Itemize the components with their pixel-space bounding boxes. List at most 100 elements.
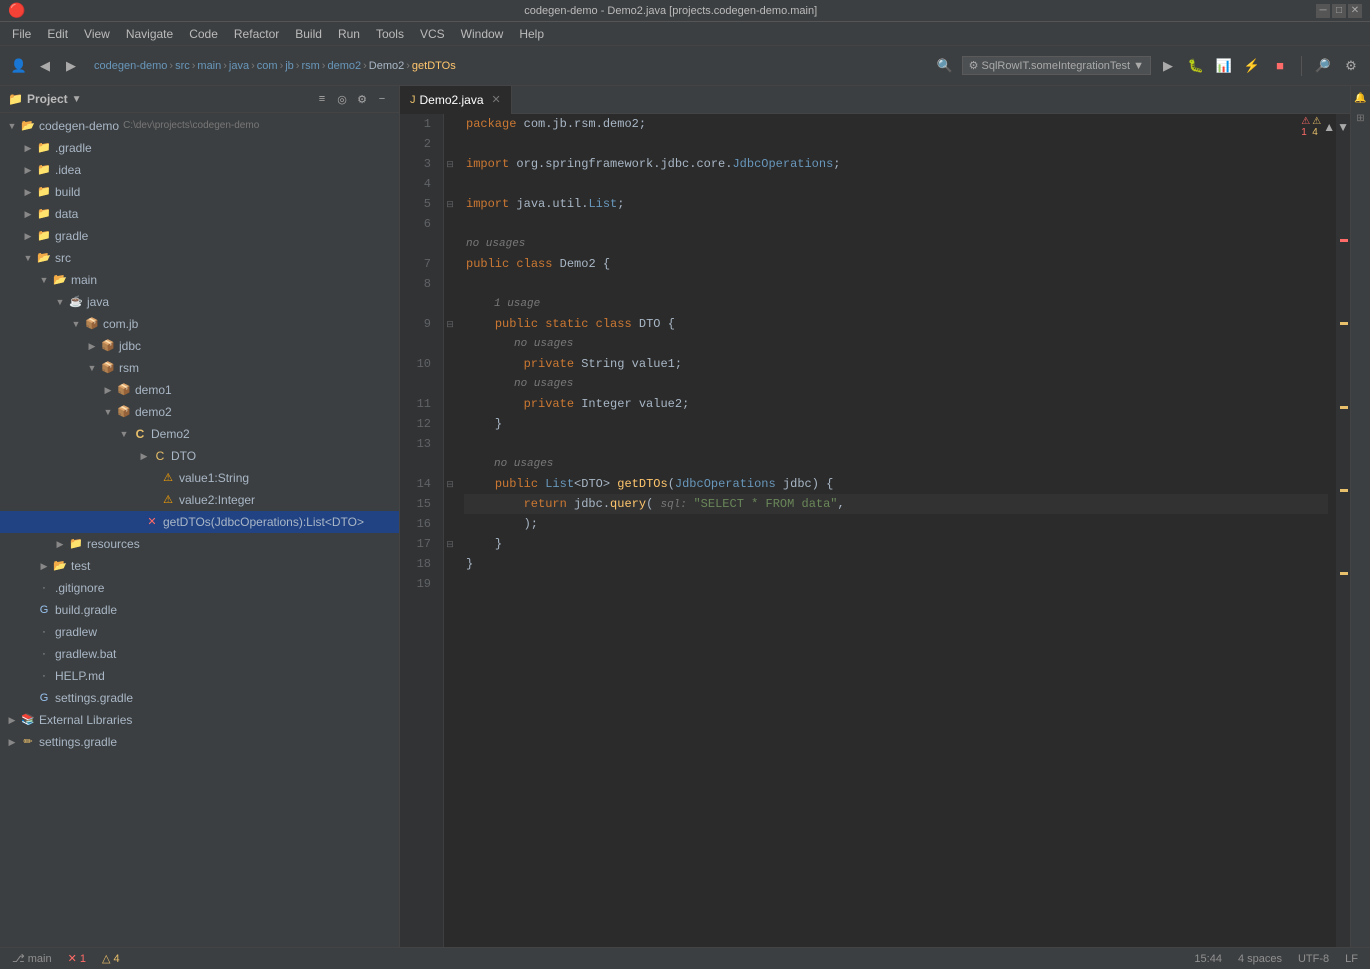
collapse-all-button[interactable]: ≡ [313,90,331,108]
search-everywhere-button[interactable]: 🔍 [934,55,956,77]
sidebar-dropdown-arrow[interactable]: ▼ [72,94,82,105]
tree-item-value2[interactable]: ⚠ value2:Integer [0,489,399,511]
fold-17[interactable]: ⊟ [444,534,456,554]
menu-run[interactable]: Run [330,25,368,43]
menu-help[interactable]: Help [511,25,552,43]
git-branch-status[interactable]: ⎇ main [8,952,56,965]
breadcrumb-rsm[interactable]: rsm [301,60,319,72]
run-button[interactable]: ▶ [1157,55,1179,77]
tree-item-scratches[interactable]: ▶ ✏ settings.gradle [0,731,399,753]
nav-down-icon[interactable]: ▼ [1337,120,1349,134]
tree-item-test[interactable]: ▶ 📂 test [0,555,399,577]
line-sep-status[interactable]: LF [1341,953,1362,965]
package-demo2-icon: 📦 [116,404,132,420]
tree-item-value1[interactable]: ⚠ value1:String [0,467,399,489]
indent-status[interactable]: 4 spaces [1234,953,1286,965]
profile-button[interactable]: ⚡ [1241,55,1263,77]
breadcrumb-src[interactable]: src [175,60,190,72]
breadcrumb-Demo2[interactable]: Demo2 [369,60,404,72]
tree-item-jdbc[interactable]: ▶ 📦 jdbc [0,335,399,357]
code-editor[interactable]: package com.jb.rsm.demo2; import org.spr… [456,114,1336,947]
tree-item-gradle2[interactable]: ▶ 📁 gradle [0,225,399,247]
breadcrumb-jb[interactable]: jb [285,60,294,72]
coverage-button[interactable]: 📊 [1213,55,1235,77]
sidebar-settings-button[interactable]: ⚙ [353,90,371,108]
tree-item-gradle[interactable]: ▶ 📁 .gradle [0,137,399,159]
tab-close-button[interactable]: ✕ [492,93,501,106]
tree-item-getDTOs[interactable]: ✕ getDTOs(JdbcOperations):List<DTO> [0,511,399,533]
line-col-status[interactable]: 15:44 [1190,953,1226,965]
stop-button[interactable]: ■ [1269,55,1291,77]
tree-item-root[interactable]: ▼ 📂 codegen-demo C:\dev\projects\codegen… [0,115,399,137]
tree-item-java[interactable]: ▼ ☕ java [0,291,399,313]
fold-hint3 [444,334,456,354]
menu-navigate[interactable]: Navigate [118,25,181,43]
tree-item-gradlew[interactable]: · gradlew [0,621,399,643]
breadcrumb-java[interactable]: java [229,60,249,72]
breadcrumb-getDTOs[interactable]: getDTOs [412,60,456,72]
maximize-button[interactable]: □ [1332,4,1346,18]
code-line-12: } [464,414,1328,434]
notifications-button[interactable]: 🔔 [1353,90,1369,106]
tree-label-gitignore: .gitignore [55,578,104,598]
tree-item-DTO[interactable]: ▶ C DTO [0,445,399,467]
breadcrumb-com[interactable]: com [257,60,278,72]
tree-item-idea[interactable]: ▶ 📁 .idea [0,159,399,181]
tree-item-settings-gradle[interactable]: G settings.gradle [0,687,399,709]
tree-item-build-gradle[interactable]: G build.gradle [0,599,399,621]
menu-vcs[interactable]: VCS [412,25,453,43]
no-arrow-helpmd [20,668,36,684]
tree-item-comjb[interactable]: ▼ 📦 com.jb [0,313,399,335]
minimize-button[interactable]: ─ [1316,4,1330,18]
tree-arrow-data: ▶ [20,206,36,222]
tree-item-helpmd[interactable]: · HELP.md [0,665,399,687]
back-button[interactable]: ◀ [34,55,56,77]
hint-no-usages-value1: no usages [464,334,1328,354]
breadcrumb-demo2[interactable]: demo2 [327,60,361,72]
menu-refactor[interactable]: Refactor [226,25,287,43]
tree-item-demo2[interactable]: ▼ 📦 demo2 [0,401,399,423]
tree-item-build[interactable]: ▶ 📁 build [0,181,399,203]
tree-item-data[interactable]: ▶ 📁 data [0,203,399,225]
fold-14[interactable]: ⊟ [444,474,456,494]
tree-item-main[interactable]: ▼ 📂 main [0,269,399,291]
linenum-4: 4 [400,174,435,194]
encoding-status[interactable]: UTF-8 [1294,953,1333,965]
tree-item-gradlew-bat[interactable]: · gradlew.bat [0,643,399,665]
tree-item-rsm[interactable]: ▼ 📦 rsm [0,357,399,379]
breadcrumb-codegen-demo[interactable]: codegen-demo [94,60,167,72]
menu-view[interactable]: View [76,25,118,43]
window-controls[interactable]: ─ □ ✕ [1316,4,1362,18]
fold-5[interactable]: ⊟ [444,194,456,214]
breadcrumb-main[interactable]: main [197,60,221,72]
search-button[interactable]: 🔎 [1312,55,1334,77]
nav-up-icon[interactable]: ▲ [1323,120,1335,134]
settings-button[interactable]: ⚙ [1340,55,1362,77]
run-config-dropdown[interactable]: ⚙ SqlRowIT.someIntegrationTest ▼ [962,56,1151,75]
forward-button[interactable]: ▶ [60,55,82,77]
menu-file[interactable]: File [4,25,39,43]
tree-item-demo1[interactable]: ▶ 📦 demo1 [0,379,399,401]
menu-build[interactable]: Build [287,25,330,43]
tree-item-Demo2[interactable]: ▼ C Demo2 [0,423,399,445]
fold-9[interactable]: ⊟ [444,314,456,334]
fold-3[interactable]: ⊟ [444,154,456,174]
tab-Demo2-java[interactable]: J Demo2.java ✕ [400,86,512,114]
avatar-button[interactable]: 👤 [8,55,30,77]
locate-file-button[interactable]: ◎ [333,90,351,108]
tree-item-resources[interactable]: ▶ 📁 resources [0,533,399,555]
menu-edit[interactable]: Edit [39,25,76,43]
warning-status[interactable]: △ 4 [98,952,124,965]
menu-window[interactable]: Window [453,25,512,43]
close-sidebar-button[interactable]: − [373,90,391,108]
error-status[interactable]: ✕ 1 [64,952,90,965]
close-button[interactable]: ✕ [1348,4,1362,18]
menu-tools[interactable]: Tools [368,25,412,43]
debug-button[interactable]: 🐛 [1185,55,1207,77]
tree-item-ext-libs[interactable]: ▶ 📚 External Libraries [0,709,399,731]
tree-item-src[interactable]: ▼ 📂 src [0,247,399,269]
terminal-button[interactable]: ⊞ [1353,110,1369,126]
helpmd-icon: · [36,668,52,684]
tree-item-gitignore[interactable]: · .gitignore [0,577,399,599]
menu-code[interactable]: Code [181,25,226,43]
